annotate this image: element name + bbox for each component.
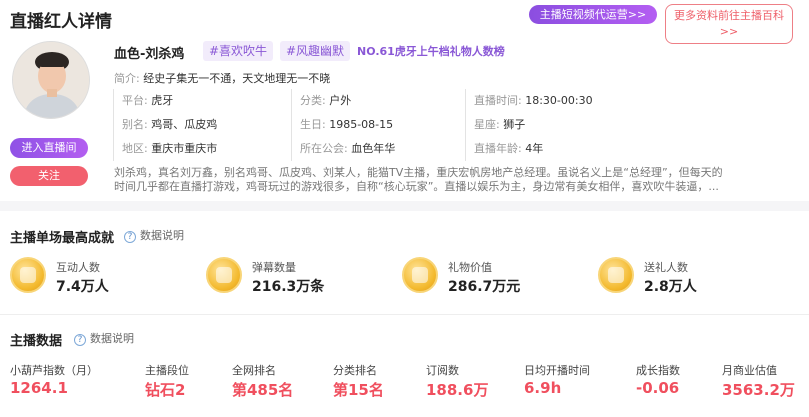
stat-interaction: 互动人数 7.4万人 <box>10 257 200 297</box>
metric-value: 第485名 <box>232 381 294 399</box>
info-age-value: 4年 <box>525 142 544 155</box>
info-sign-value: 狮子 <box>503 118 526 131</box>
achievements-help[interactable]: ? 数据说明 <box>124 227 184 243</box>
metric-value: 钻石2 <box>145 381 186 399</box>
more-info-arrows: >> <box>719 25 739 38</box>
more-info-label: 更多资料前往主播百科 <box>674 9 784 22</box>
metric-label: 订阅数 <box>426 364 459 377</box>
crown-medal-icon <box>402 257 438 293</box>
info-grid: 平台: 虎牙 分类: 户外 直播时间: 18:30-00:30 别名: 鸡哥、瓜… <box>113 89 793 162</box>
metric-value: 1264.1 <box>10 379 68 397</box>
question-icon: ? <box>124 231 136 243</box>
medal-icon <box>10 257 46 293</box>
tag-brag[interactable]: #喜欢吹牛 <box>203 41 274 61</box>
info-sign: 星座: 狮子 <box>465 113 525 137</box>
section-divider <box>0 201 809 211</box>
info-platform-label: 平台: <box>122 94 148 107</box>
info-alias-label: 别名: <box>122 118 148 131</box>
metrics-help[interactable]: ? 数据说明 <box>74 330 134 346</box>
metric-value: -0.06 <box>636 379 680 397</box>
info-guild-value: 血色年华 <box>351 142 396 155</box>
info-time-value: 18:30-00:30 <box>525 94 593 107</box>
stat-danmaku: 弹幕数量 216.3万条 <box>206 257 396 297</box>
gift-medal-icon <box>598 257 634 293</box>
metric-value: 第15名 <box>333 381 384 399</box>
stat-value: 7.4万人 <box>56 279 109 295</box>
info-age: 直播年龄: 4年 <box>465 137 543 161</box>
achievements-help-label: 数据说明 <box>140 229 184 242</box>
info-time: 直播时间: 18:30-00:30 <box>465 89 593 113</box>
metric-label: 日均开播时间 <box>524 364 590 377</box>
info-region-value: 重庆市重庆市 <box>151 142 218 155</box>
info-age-label: 直播年龄: <box>474 142 522 155</box>
info-birthday-label: 生日: <box>300 118 326 131</box>
question-icon: ? <box>74 334 86 346</box>
info-sign-label: 星座: <box>474 118 500 131</box>
intro: 简介: 经史子集无一不通，天文地理无一不晓 <box>114 70 330 86</box>
rank-link[interactable]: NO.61虎牙上午档礼物人数榜 <box>357 43 505 59</box>
info-time-label: 直播时间: <box>474 94 522 107</box>
medal-icon <box>206 257 242 293</box>
stat-label: 互动人数 <box>56 261 100 274</box>
info-guild-label: 所在公会: <box>300 142 348 155</box>
description-line-1: 刘杀鸡，真名刘万鑫，别名鸡哥、瓜皮鸡、刘某人，能猫TV主播，重庆宏帆房地产总经理… <box>114 166 723 179</box>
info-platform-value: 虎牙 <box>151 94 174 107</box>
metric-value: 188.6万 <box>426 381 489 399</box>
follow-button[interactable]: 关注 <box>10 166 88 186</box>
info-region-label: 地区: <box>122 142 148 155</box>
stat-value: 286.7万元 <box>448 279 521 295</box>
stat-gift-senders: 送礼人数 2.8万人 <box>598 257 788 297</box>
streamer-name: 血色-刘杀鸡 <box>114 47 185 62</box>
metrics-title: 主播数据 <box>10 334 63 349</box>
description-line-2: 时间几乎都在直播打游戏，鸡哥玩过的游戏很多，自称“核心玩家”。直播以娱乐为主，身… <box>114 180 719 193</box>
intro-label: 简介: <box>114 72 140 85</box>
avatar <box>12 41 90 119</box>
info-platform: 平台: 虎牙 <box>113 89 173 113</box>
stat-value: 2.8万人 <box>644 279 697 295</box>
page-title: 直播红人详情 <box>10 12 112 32</box>
tag-humorous[interactable]: #风趣幽默 <box>280 41 351 61</box>
short-video-promo-button[interactable]: 主播短视频代运营>> <box>529 5 657 24</box>
stat-gift-value: 礼物价值 286.7万元 <box>402 257 592 297</box>
stat-label: 礼物价值 <box>448 261 492 274</box>
info-birthday-value: 1985-08-15 <box>329 118 394 131</box>
metric-value: 3563.2万 <box>722 381 795 399</box>
info-region: 地区: 重庆市重庆市 <box>113 137 217 161</box>
metric-label: 分类排名 <box>333 364 377 377</box>
stat-label: 弹幕数量 <box>252 261 296 274</box>
metrics-help-label: 数据说明 <box>90 332 134 345</box>
info-alias-value: 鸡哥、瓜皮鸡 <box>151 118 218 131</box>
metric-label: 月商业估值 <box>722 364 777 377</box>
info-category-value: 户外 <box>329 94 352 107</box>
metric-label: 小葫芦指数（月） <box>10 364 98 377</box>
intro-text: 经史子集无一不通，天文地理无一不晓 <box>143 72 331 85</box>
enter-live-room-button[interactable]: 进入直播间 <box>10 138 88 158</box>
more-info-button[interactable]: 更多资料前往主播百科 >> <box>665 4 793 44</box>
avatar-portrait-icon <box>13 42 89 118</box>
section-divider-thin <box>0 314 809 315</box>
info-birthday: 生日: 1985-08-15 <box>291 113 393 137</box>
info-guild: 所在公会: 血色年华 <box>291 137 395 161</box>
achievements-title: 主播单场最高成就 <box>10 231 115 246</box>
metric-label: 全网排名 <box>232 364 276 377</box>
metric-value: 6.9h <box>524 379 562 397</box>
info-category-label: 分类: <box>300 94 326 107</box>
info-category: 分类: 户外 <box>291 89 351 113</box>
description: 刘杀鸡，真名刘万鑫，别名鸡哥、瓜皮鸡、刘某人，能猫TV主播，重庆宏帆房地产总经理… <box>114 166 794 194</box>
stat-value: 216.3万条 <box>252 279 325 295</box>
info-alias: 别名: 鸡哥、瓜皮鸡 <box>113 113 217 137</box>
stat-label: 送礼人数 <box>644 261 688 274</box>
metric-label: 主播段位 <box>145 364 189 377</box>
metric-label: 成长指数 <box>636 364 680 377</box>
